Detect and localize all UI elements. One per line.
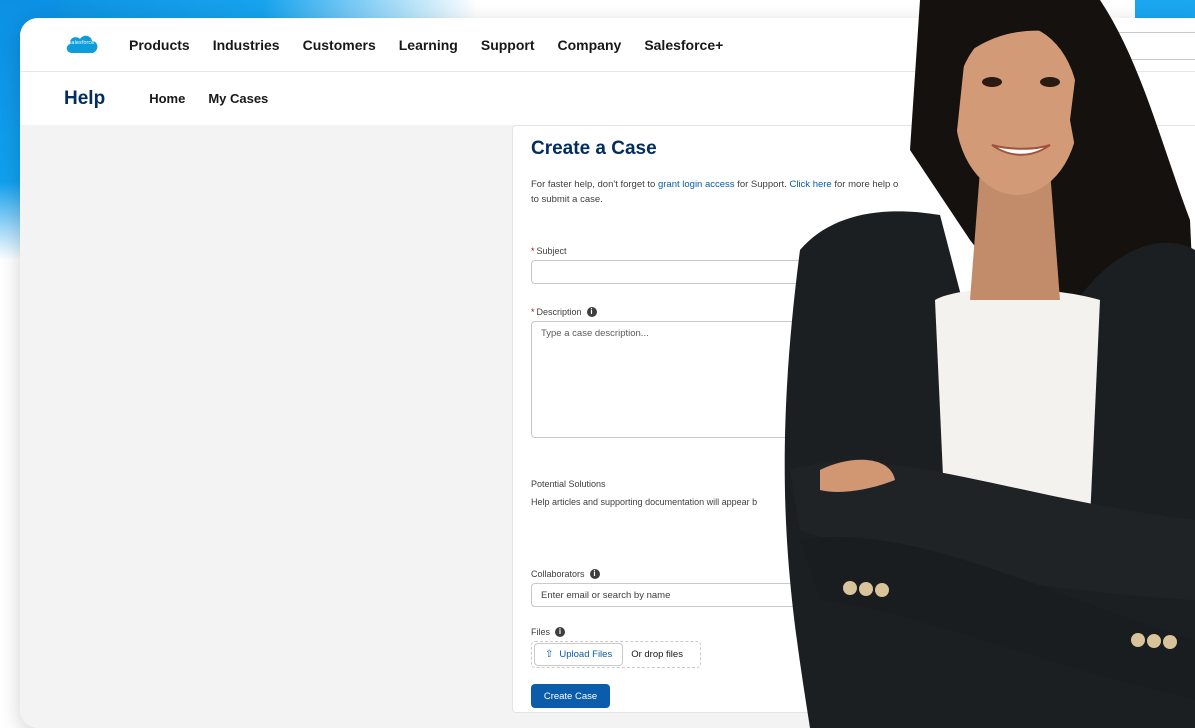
files-label-text: Files <box>531 627 551 637</box>
subject-label-text: Subject <box>536 246 567 256</box>
intro-line2: to submit a case. <box>531 194 603 205</box>
nav-menu: Products Industries Customers Learning S… <box>129 37 746 53</box>
description-label-text: Description <box>536 307 582 317</box>
intro-prefix: For faster help, don't forget to <box>531 179 658 190</box>
subject-label: * Subject <box>531 246 567 256</box>
nav-item-support[interactable]: Support <box>481 37 535 53</box>
salesforce-logo[interactable]: salesforce <box>64 33 99 57</box>
potential-solutions-title: Potential Solutions <box>531 479 606 489</box>
nav-item-industries[interactable]: Industries <box>213 37 280 53</box>
create-case-button[interactable]: Create Case <box>531 684 610 708</box>
file-dropzone[interactable]: ⇧ Upload Files Or drop files <box>531 641 701 668</box>
drop-files-text: Or drop files <box>631 649 683 660</box>
required-mark: * <box>531 246 535 256</box>
required-mark: * <box>531 307 535 317</box>
nav-item-my-cases[interactable]: My Cases <box>208 91 268 106</box>
nav-item-customers[interactable]: Customers <box>303 37 376 53</box>
nav-item-products[interactable]: Products <box>129 37 190 53</box>
nav-item-salesforce-plus[interactable]: Salesforce+ <box>644 37 723 53</box>
nav-item-home[interactable]: Home <box>149 91 185 106</box>
files-label: Files i <box>531 627 566 637</box>
person-photo <box>784 0 1195 728</box>
grant-login-access-link[interactable]: grant login access <box>658 179 735 190</box>
upload-files-label: Upload Files <box>559 649 613 660</box>
upload-files-button[interactable]: ⇧ Upload Files <box>534 643 624 666</box>
collaborators-label: Collaborators i <box>531 569 600 579</box>
logo-text: salesforce <box>68 39 95 46</box>
info-icon[interactable]: i <box>589 569 600 579</box>
nav-item-learning[interactable]: Learning <box>399 37 458 53</box>
nav-item-company[interactable]: Company <box>558 37 622 53</box>
description-label: * Description i <box>531 307 597 317</box>
help-title[interactable]: Help <box>64 88 105 110</box>
info-icon[interactable]: i <box>555 627 566 637</box>
help-menu: Home My Cases <box>149 91 291 106</box>
page-title: Create a Case <box>531 138 657 159</box>
potential-solutions-text: Help articles and supporting documentati… <box>531 497 758 507</box>
upload-icon: ⇧ <box>545 649 554 660</box>
info-icon[interactable]: i <box>586 307 597 317</box>
collaborators-label-text: Collaborators <box>531 569 585 579</box>
